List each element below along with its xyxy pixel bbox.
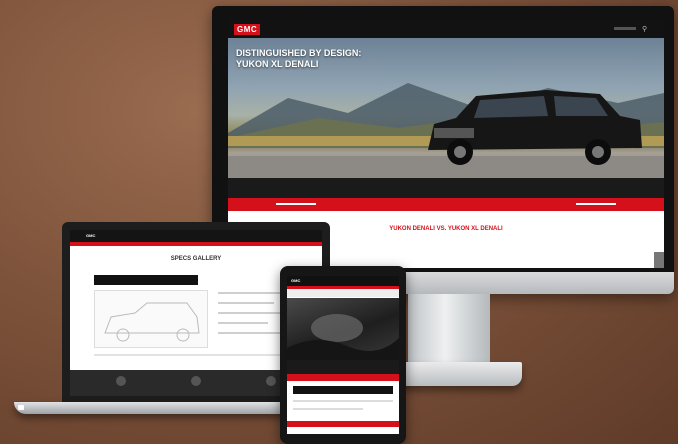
gmc-logo[interactable]: GMC bbox=[234, 24, 261, 35]
section-title: SPECS GALLERY bbox=[170, 256, 222, 262]
info-block bbox=[293, 386, 393, 394]
scroll-to-top-button[interactable] bbox=[654, 252, 664, 268]
cta-bar[interactable] bbox=[287, 374, 399, 381]
vehicle-diagram bbox=[94, 290, 208, 348]
red-accent-bar bbox=[70, 242, 322, 246]
top-navigation: GMC bbox=[287, 276, 399, 286]
interior-photo bbox=[287, 298, 399, 360]
hero-banner: DISTINGUISHED BY DESIGN: YUKON XL DENALI bbox=[228, 38, 664, 178]
nav-search-field[interactable] bbox=[614, 27, 636, 30]
suv-image bbox=[428, 90, 642, 165]
footer-bar bbox=[287, 421, 399, 427]
stats-bar bbox=[287, 360, 399, 374]
laptop-base bbox=[14, 402, 324, 414]
laptop-indicator-light bbox=[18, 405, 24, 410]
top-navigation: GMC ⚲ bbox=[228, 20, 664, 38]
divider bbox=[293, 400, 393, 402]
search-icon[interactable]: ⚲ bbox=[642, 25, 647, 33]
tab-selector[interactable] bbox=[94, 275, 198, 285]
location-icon[interactable] bbox=[116, 376, 126, 386]
cta-link[interactable] bbox=[576, 203, 616, 205]
stats-bar bbox=[228, 178, 664, 198]
gmc-logo[interactable]: GMC bbox=[86, 233, 95, 238]
menu-bar[interactable] bbox=[287, 289, 399, 297]
cta-link[interactable] bbox=[276, 203, 316, 205]
tablet-screen: GMC bbox=[287, 276, 399, 434]
gmc-logo[interactable]: GMC bbox=[291, 278, 300, 283]
top-navigation: GMC bbox=[70, 230, 322, 242]
phone-icon[interactable] bbox=[266, 376, 276, 386]
hero-title: DISTINGUISHED BY DESIGN: YUKON XL DENALI bbox=[236, 48, 362, 69]
divider bbox=[94, 354, 302, 356]
cta-bar[interactable] bbox=[228, 198, 664, 211]
vehicle-icon[interactable] bbox=[191, 376, 201, 386]
monitor-stand bbox=[408, 294, 490, 364]
divider bbox=[293, 408, 363, 410]
